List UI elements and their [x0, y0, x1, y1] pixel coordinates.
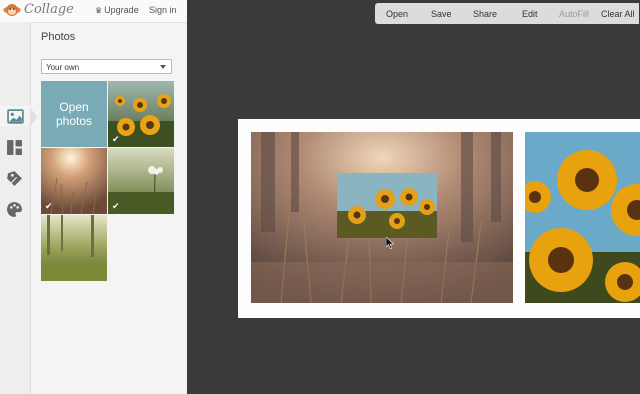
panel-title: Photos	[41, 31, 76, 43]
edit-button[interactable]: Edit	[522, 9, 538, 19]
photo-source-select[interactable]: Your own	[41, 59, 172, 74]
photo-source-value: Your own	[46, 63, 80, 72]
signin-link[interactable]: Sign in	[149, 5, 177, 15]
clear-all-button[interactable]: Clear All	[601, 9, 635, 19]
used-check-icon: ✔	[112, 201, 120, 211]
crown-icon: ♛	[95, 6, 103, 15]
monkey-logo-icon	[3, 3, 21, 16]
top-bar: Collage ♛ Upgrade Sign in	[0, 0, 187, 23]
rail-item-backgrounds[interactable]	[4, 199, 24, 219]
rail-item-layouts[interactable]	[4, 137, 24, 157]
used-check-icon: ✔	[112, 134, 120, 144]
sunflowers-photo	[525, 132, 640, 303]
tool-rail	[0, 22, 31, 394]
mouse-cursor-icon	[386, 237, 394, 249]
photo-thumbnail[interactable]: ✔	[41, 148, 107, 214]
layout-icon	[6, 139, 22, 155]
logo[interactable]: Collage	[3, 2, 74, 17]
upgrade-link[interactable]: ♛ Upgrade	[95, 5, 139, 15]
image-icon	[7, 108, 24, 124]
used-check-icon: ✔	[45, 201, 53, 211]
dragged-photo-preview[interactable]	[337, 173, 437, 238]
autofill-button[interactable]: AutoFill	[559, 9, 589, 19]
collage-slot-right[interactable]	[525, 132, 640, 303]
save-button[interactable]: Save	[431, 9, 452, 19]
sunflowers-photo	[337, 173, 437, 238]
tag-icon	[6, 170, 22, 186]
forest-grass-photo	[41, 215, 107, 281]
upgrade-label: Upgrade	[104, 5, 139, 15]
open-button[interactable]: Open	[386, 9, 408, 19]
left-sidebar: Collage ♛ Upgrade Sign in Photos Your own…	[0, 0, 187, 394]
main-toolbar: Open Save Share Edit AutoFill Clear All	[375, 3, 639, 24]
share-button[interactable]: Share	[473, 9, 497, 19]
rail-item-stickers[interactable]	[4, 168, 24, 188]
photo-thumbnail[interactable]: ✔	[108, 81, 174, 147]
open-photos-button[interactable]: Open photos	[41, 81, 107, 147]
active-rail-pointer	[30, 107, 37, 127]
photo-thumbnail[interactable]	[41, 215, 107, 281]
photo-thumbnail[interactable]: ✔	[108, 148, 174, 214]
chevron-down-icon	[160, 65, 166, 69]
logo-text: Collage	[24, 2, 74, 17]
rail-item-photos[interactable]	[0, 106, 31, 126]
palette-icon	[6, 201, 22, 217]
